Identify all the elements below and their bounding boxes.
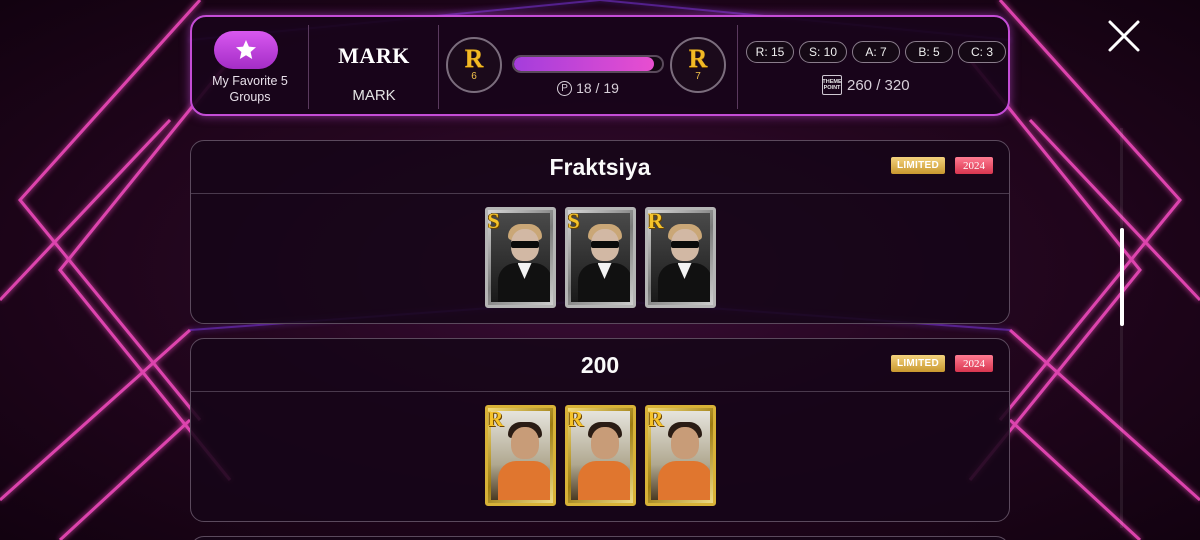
grade-count-list: R: 15 S: 10 A: 7 B: 5 C: 3: [746, 41, 1006, 63]
photo-card[interactable]: S: [564, 207, 636, 308]
grade-stats-section: R: 15 S: 10 A: 7 B: 5 C: 3 THEME POINT 2…: [738, 17, 1010, 114]
artist-subtitle: MARK: [352, 87, 396, 104]
current-rank-level: 6: [471, 71, 477, 82]
photo-card[interactable]: R: [644, 207, 716, 308]
year-badge: 2024: [955, 355, 993, 372]
photo-card[interactable]: R: [644, 405, 716, 506]
group-title: 200: [580, 352, 620, 378]
figure-body: [497, 461, 550, 500]
grade-count-r: R: 15: [746, 41, 794, 63]
sunglasses: [510, 241, 539, 248]
card-grade: S: [487, 208, 500, 233]
grade-count-b: B: 5: [905, 41, 953, 63]
star-icon: [236, 40, 256, 59]
profile-header: My Favorite 5 Groups MARK MARK R 6 P 18 …: [190, 15, 1010, 116]
card-grade: R: [567, 406, 584, 431]
theme-point-row: THEME POINT 260 / 320: [822, 75, 910, 95]
artist-title: MARK: [338, 43, 410, 68]
favorite-groups-button[interactable]: My Favorite 5 Groups: [192, 17, 308, 114]
group-title: Fraktsiya: [549, 154, 651, 180]
sunglasses: [590, 241, 619, 248]
grade-count-a: A: 7: [852, 41, 900, 63]
sunglasses: [670, 241, 699, 248]
photo-card[interactable]: R: [484, 405, 556, 506]
card-list: S S R: [191, 207, 1009, 308]
level-progress-section: R 6 P 18 / 19 R 7: [440, 17, 736, 114]
card-grade: R: [647, 208, 664, 233]
next-rank-letter: R: [688, 44, 708, 73]
theme-point-icon: THEME POINT: [822, 75, 842, 95]
limited-badge: LIMITED: [891, 355, 945, 372]
card-grade: S: [567, 208, 580, 233]
group-panel-header: 200 LIMITED 2024: [191, 339, 1009, 392]
next-rank-level: 7: [695, 71, 701, 82]
level-progress-value: 18 / 19: [576, 80, 619, 96]
header-divider: [308, 25, 309, 109]
year-badge: 2024: [955, 157, 993, 174]
figure-head: [590, 427, 619, 459]
group-panel: Fraktsiya LIMITED 2024 S S R: [190, 140, 1010, 324]
grade-count-s: S: 10: [799, 41, 847, 63]
limited-badge: LIMITED: [891, 157, 945, 174]
theme-point-value: 260 / 320: [847, 76, 910, 94]
artist-name-section: MARK MARK: [310, 17, 438, 114]
close-button[interactable]: [1104, 16, 1144, 56]
card-grade: R: [487, 406, 504, 431]
favorite-groups-label: My Favorite 5 Groups: [212, 74, 288, 104]
figure-body: [657, 461, 710, 500]
group-panel-header: Fraktsiya LIMITED 2024: [191, 141, 1009, 194]
scrollbar-track[interactable]: [1120, 128, 1123, 528]
group-panel-partial: [190, 536, 1010, 540]
close-icon: [1108, 20, 1140, 52]
favorite-pill[interactable]: [214, 31, 278, 69]
card-list: R R R: [191, 405, 1009, 506]
photo-card[interactable]: S: [484, 207, 556, 308]
level-progress-fill: [514, 57, 655, 71]
level-progress-bar: [512, 55, 664, 73]
photo-card[interactable]: R: [564, 405, 636, 506]
figure-head: [670, 427, 699, 459]
level-progress-text: P 18 / 19: [512, 80, 664, 96]
card-grade: R: [647, 406, 664, 431]
theme-point-icon-text-2: POINT: [823, 85, 841, 91]
point-p-icon: P: [557, 80, 573, 96]
figure-body: [577, 461, 630, 500]
header-divider: [438, 25, 439, 109]
figure-head: [510, 427, 539, 459]
next-rank-badge: R 7: [670, 37, 726, 93]
current-rank-badge: R 6: [446, 37, 502, 93]
grade-count-c: C: 3: [958, 41, 1006, 63]
group-panel: 200 LIMITED 2024 R R R: [190, 338, 1010, 522]
scrollbar-thumb[interactable]: [1120, 228, 1124, 326]
current-rank-letter: R: [464, 44, 484, 73]
